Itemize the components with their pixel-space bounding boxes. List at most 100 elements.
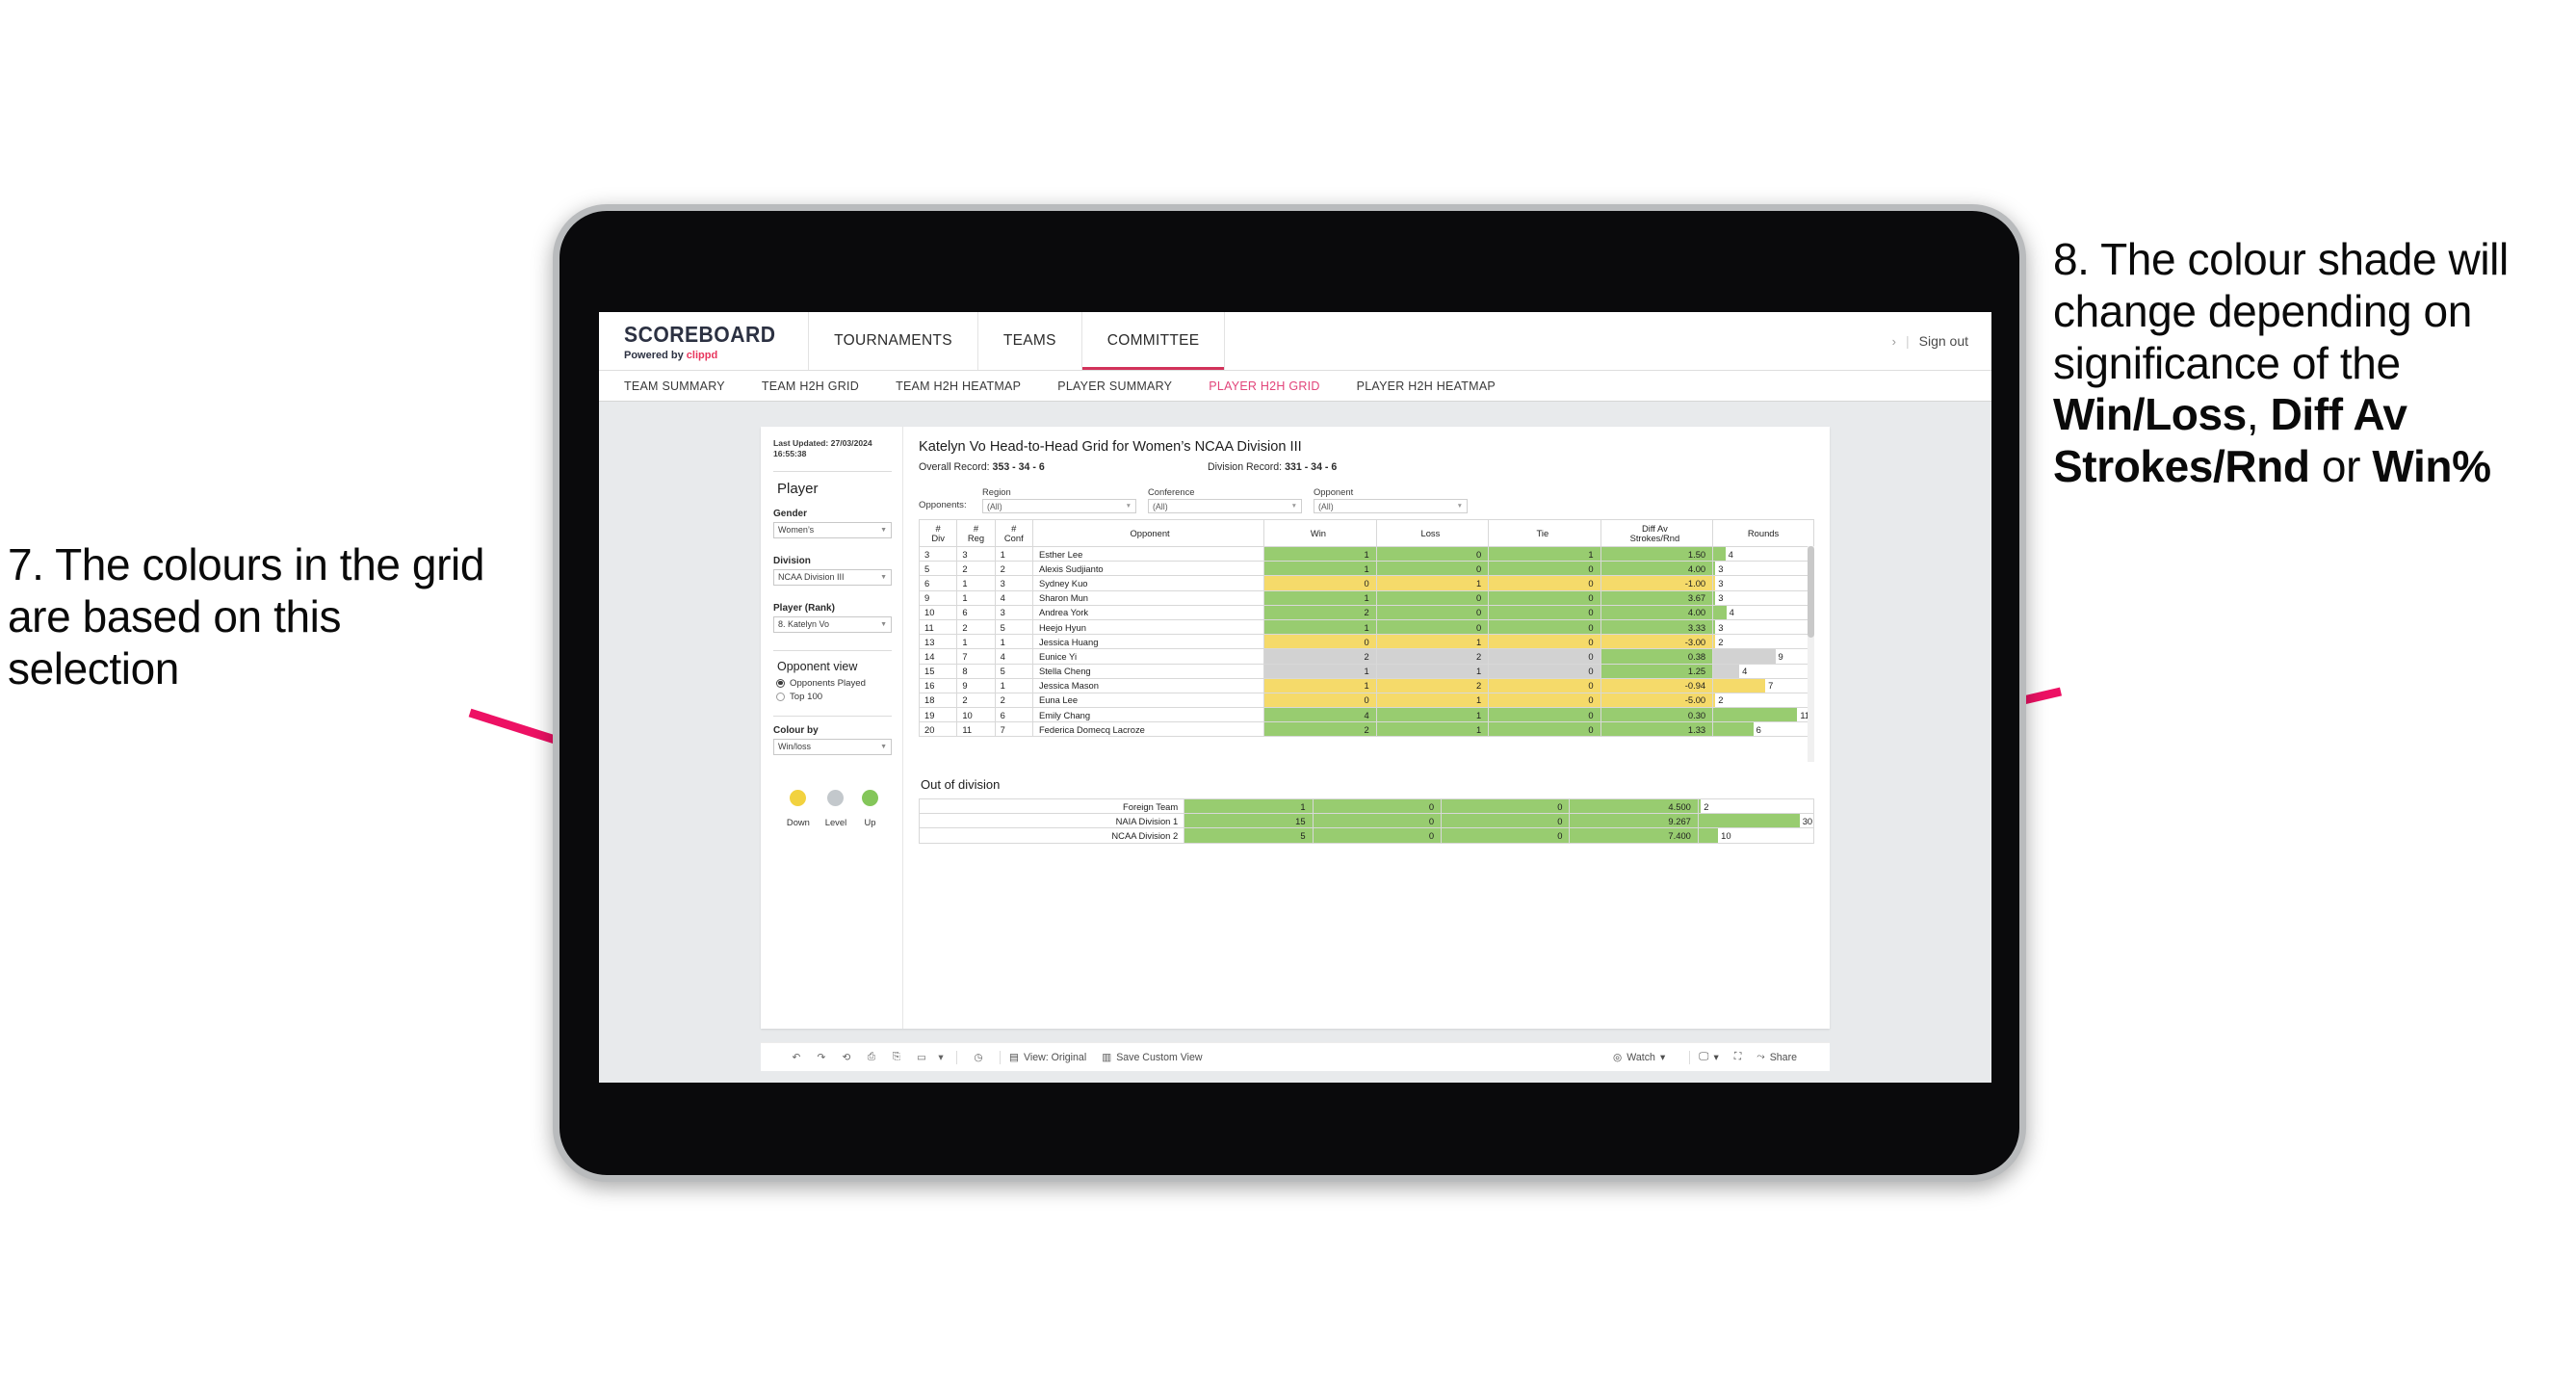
- last-updated-text: Last Updated: 27/03/2024 16:55:38: [773, 438, 872, 459]
- cell-diff-av-strokes: -0.94: [1600, 677, 1714, 693]
- radio-top-100[interactable]: Top 100: [776, 692, 892, 702]
- filter-opponent-select[interactable]: (All) ▼: [1314, 499, 1468, 513]
- rounds-bar-cell: 4: [1712, 604, 1814, 620]
- clock-history-icon[interactable]: ◷: [966, 1052, 991, 1063]
- divider-line: [773, 649, 892, 651]
- save-custom-view-button[interactable]: ▥ Save Custom View: [1102, 1052, 1202, 1063]
- share-label: Share: [1769, 1051, 1797, 1063]
- chevron-down-icon[interactable]: ▾: [934, 1052, 948, 1063]
- table-row[interactable]: 20 11 7 Federica Domecq Lacroze 2 1 0 1.33 6: [919, 721, 1814, 738]
- undo-icon[interactable]: ↶: [784, 1052, 809, 1063]
- cell-opponent: Esther Lee: [1031, 545, 1265, 562]
- cell-opponent: Sydney Kuo: [1031, 575, 1265, 591]
- cell-div-rank: 11: [919, 618, 958, 636]
- gender-select[interactable]: Women’s ▼: [773, 521, 892, 538]
- table-row[interactable]: 18 2 2 Euna Lee 0 1 0 -5.00 2: [919, 692, 1814, 709]
- player-rank-select[interactable]: 8. Katelyn Vo ▼: [773, 615, 892, 633]
- cell-loss: 1: [1375, 634, 1490, 650]
- h2h-grid-view: Katelyn Vo Head-to-Head Grid for Women’s…: [903, 427, 1830, 1029]
- watch-button[interactable]: ◎ Watch ▾: [1613, 1052, 1665, 1063]
- cell-diff-av-strokes: 4.00: [1600, 604, 1714, 620]
- share-button[interactable]: ⤳ Share: [1756, 1051, 1797, 1063]
- table-row[interactable]: 14 7 4 Eunice Yi 2 2 0 0.38 9: [919, 648, 1814, 665]
- redo-icon[interactable]: ↷: [809, 1052, 834, 1063]
- cell-opponent: Emily Chang: [1031, 707, 1265, 723]
- filter-conference-caption: Conference: [1148, 486, 1195, 497]
- gender-label: Gender: [773, 508, 808, 519]
- revert-icon[interactable]: ⟲: [834, 1052, 859, 1063]
- radio-opponents-played[interactable]: Opponents Played: [776, 678, 892, 689]
- filter-conference-select[interactable]: (All) ▼: [1148, 499, 1302, 513]
- subnav-player-h2h-heatmap[interactable]: PLAYER H2H HEATMAP: [1339, 379, 1514, 393]
- table-row[interactable]: 6 1 3 Sydney Kuo 0 1 0 -1.00 3: [919, 575, 1814, 591]
- division-select[interactable]: NCAA Division III ▼: [773, 568, 892, 586]
- brand-logo[interactable]: SCOREBOARD Powered by clippd: [599, 312, 810, 370]
- fullscreen-icon: ⛶: [1733, 1051, 1742, 1062]
- cell-win: 1: [1263, 589, 1377, 606]
- player-rank-value: 8. Katelyn Vo: [778, 619, 830, 630]
- save-custom-view-label: Save Custom View: [1116, 1051, 1203, 1063]
- out-of-division-row[interactable]: Foreign Team 1 0 0 4.500 2: [918, 798, 1815, 815]
- filter-region-select[interactable]: (All) ▼: [982, 499, 1136, 513]
- chevron-right-icon[interactable]: ›: [1892, 334, 1896, 349]
- nav-committee[interactable]: COMMITTEE: [1081, 312, 1226, 370]
- brand-name-text: SCOREBOARD: [624, 321, 776, 347]
- table-row[interactable]: 9 1 4 Sharon Mun 1 0 0 3.67 3: [919, 589, 1814, 606]
- cell-div-rank: 6: [919, 575, 958, 591]
- filter-region-caption: Region: [982, 486, 1011, 497]
- view-original-button[interactable]: ▤ View: Original: [1009, 1052, 1086, 1063]
- table-row[interactable]: 11 2 5 Heejo Hyun 1 0 0 3.33 3: [919, 618, 1814, 636]
- refresh-icon[interactable]: ⎙: [859, 1051, 884, 1063]
- division-value: NCAA Division III: [778, 572, 845, 583]
- fullscreen-button[interactable]: ⛶: [1734, 1051, 1741, 1063]
- out-of-division-row[interactable]: NAIA Division 1 15 0 0 9.267 30: [918, 813, 1815, 829]
- cell-diff-av-strokes: -5.00: [1600, 692, 1714, 709]
- rounds-bar-cell: 30: [1697, 813, 1815, 829]
- cell-conf-rank: 2: [994, 692, 1033, 709]
- pause-icon[interactable]: ⎘: [884, 1051, 909, 1063]
- table-row[interactable]: 16 9 1 Jessica Mason 1 2 0 -0.94 7: [919, 677, 1814, 693]
- watch-label: Watch: [1626, 1051, 1655, 1063]
- cell-reg-rank: 1: [956, 575, 996, 591]
- cell-win: 15: [1184, 813, 1314, 829]
- cell-tie: 0: [1488, 707, 1601, 723]
- filter-conference: Conference (All) ▼: [1148, 486, 1302, 513]
- cell-win: 1: [1263, 663, 1377, 679]
- colour-by-select[interactable]: Win/loss ▼: [773, 738, 892, 755]
- cell-reg-rank: 1: [956, 589, 996, 606]
- nav-teams[interactable]: TEAMS: [978, 312, 1082, 370]
- cell-div-rank: 14: [919, 648, 958, 665]
- nav-tournaments[interactable]: TOURNAMENTS: [809, 312, 978, 370]
- table-row[interactable]: 10 6 3 Andrea York 2 0 0 4.00 4: [919, 604, 1814, 620]
- device-preview-button[interactable]: 🖵 ▾: [1699, 1051, 1719, 1063]
- legend-item-down: Down: [787, 789, 810, 827]
- table-col-header: Loss: [1375, 519, 1490, 547]
- cell-diff-av-strokes: 4.500: [1569, 798, 1699, 815]
- division-record-label: Division Record:: [1208, 461, 1283, 473]
- subnav-team-h2h-heatmap[interactable]: TEAM H2H HEATMAP: [877, 379, 1039, 393]
- scrollbar-thumb[interactable]: [1808, 546, 1814, 638]
- divider-line: [773, 470, 892, 472]
- sign-out-link[interactable]: Sign out: [1919, 333, 1968, 349]
- cell-win: 5: [1184, 827, 1314, 844]
- table-row[interactable]: 15 8 5 Stella Cheng 1 1 0 1.25 4: [919, 663, 1814, 679]
- table-row[interactable]: 3 3 1 Esther Lee 1 0 1 1.50 4: [919, 545, 1814, 562]
- subnav-team-h2h-grid[interactable]: TEAM H2H GRID: [743, 379, 877, 393]
- table-row[interactable]: 5 2 2 Alexis Sudjianto 1 0 0 4.00 3: [919, 561, 1814, 577]
- colour-by-value: Win/loss: [778, 742, 812, 752]
- rounds-bar-cell: 9: [1712, 648, 1814, 665]
- subnav-player-summary[interactable]: PLAYER SUMMARY: [1039, 379, 1190, 393]
- cell-reg-rank: 7: [956, 648, 996, 665]
- chevron-down-icon: ▼: [1456, 503, 1463, 510]
- h2h-table-container[interactable]: # Div # Reg # Conf Opponent Win Loss Tie Diff Av St…: [919, 519, 1814, 762]
- table-row[interactable]: 13 1 1 Jessica Huang 0 1 0 -3.00 2: [919, 634, 1814, 650]
- table-row[interactable]: 19 10 6 Emily Chang 4 1 0 0.30 11: [919, 707, 1814, 723]
- cell-diff-av-strokes: 3.33: [1600, 618, 1714, 636]
- cell-tie: 0: [1488, 575, 1601, 591]
- cell-reg-rank: 3: [956, 545, 996, 562]
- subnav-player-h2h-grid[interactable]: PLAYER H2H GRID: [1190, 379, 1338, 393]
- rectangle-select-icon[interactable]: ▭: [909, 1052, 934, 1063]
- subnav-team-summary[interactable]: TEAM SUMMARY: [624, 379, 743, 393]
- cell-loss: 1: [1375, 721, 1490, 738]
- out-of-division-row[interactable]: NCAA Division 2 5 0 0 7.400 10: [918, 827, 1815, 844]
